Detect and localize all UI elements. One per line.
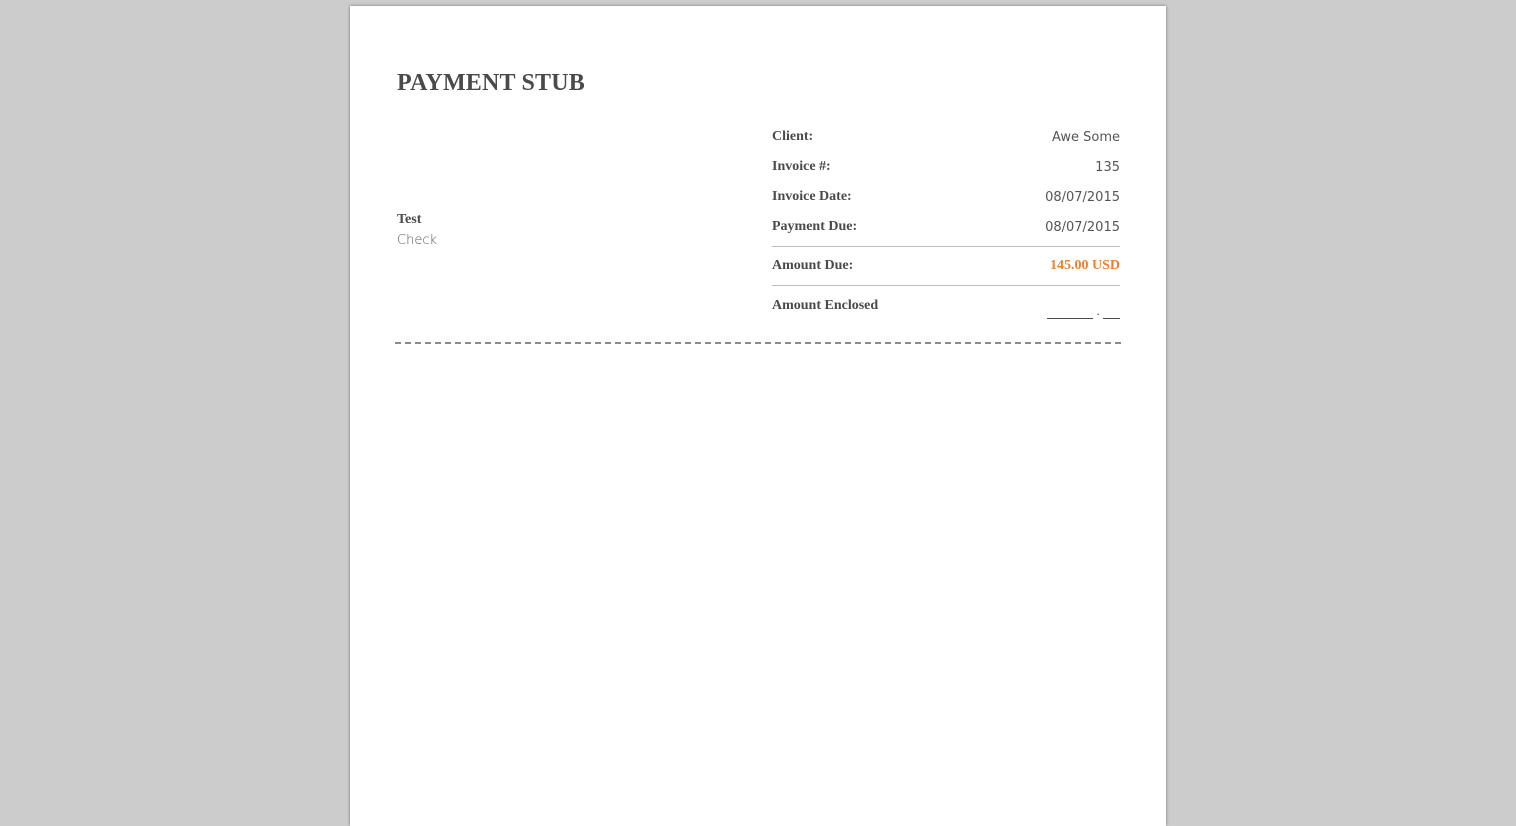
invoice-date-row: Invoice Date: 08/07/2015 (772, 182, 1120, 212)
dollars-blank (1047, 318, 1094, 319)
invoice-number-row: Invoice #: 135 (772, 152, 1120, 182)
amount-enclosed-row: Amount Enclosed . (772, 290, 1120, 322)
amount-due-row: Amount Due: 145.00 USD (772, 251, 1120, 281)
amount-due-label: Amount Due: (772, 258, 854, 273)
client-row: Client: Awe Some (772, 122, 1120, 152)
payer-block: Test Check (397, 212, 437, 250)
payment-due-label: Payment Due: (772, 219, 858, 234)
client-label: Client: (772, 129, 814, 144)
invoice-number-value: 135 (1095, 159, 1120, 175)
amount-due-value: 145.00 USD (1049, 258, 1120, 273)
decimal-separator: . (1096, 303, 1100, 318)
invoice-date-label: Invoice Date: (772, 189, 852, 204)
cut-line-divider (395, 342, 1121, 344)
client-value: Awe Some (1052, 129, 1120, 145)
invoice-number-label: Invoice #: (772, 159, 831, 174)
page-title: PAYMENT STUB (397, 70, 586, 96)
payer-name: Test (397, 212, 422, 227)
divider (772, 246, 1120, 247)
payment-stub-page: PAYMENT STUB Test Check Client: Awe Some… (350, 6, 1166, 826)
amount-enclosed-blanks: . (1047, 303, 1120, 319)
payment-due-row: Payment Due: 08/07/2015 (772, 212, 1120, 242)
cents-blank (1103, 318, 1120, 319)
amount-enclosed-label: Amount Enclosed (772, 298, 879, 313)
payment-method: Check (397, 233, 437, 248)
payment-due-value: 08/07/2015 (1045, 219, 1120, 235)
divider (772, 285, 1120, 286)
invoice-date-value: 08/07/2015 (1045, 189, 1120, 205)
invoice-details: Client: Awe Some Invoice #: 135 Invoice … (772, 122, 1120, 322)
